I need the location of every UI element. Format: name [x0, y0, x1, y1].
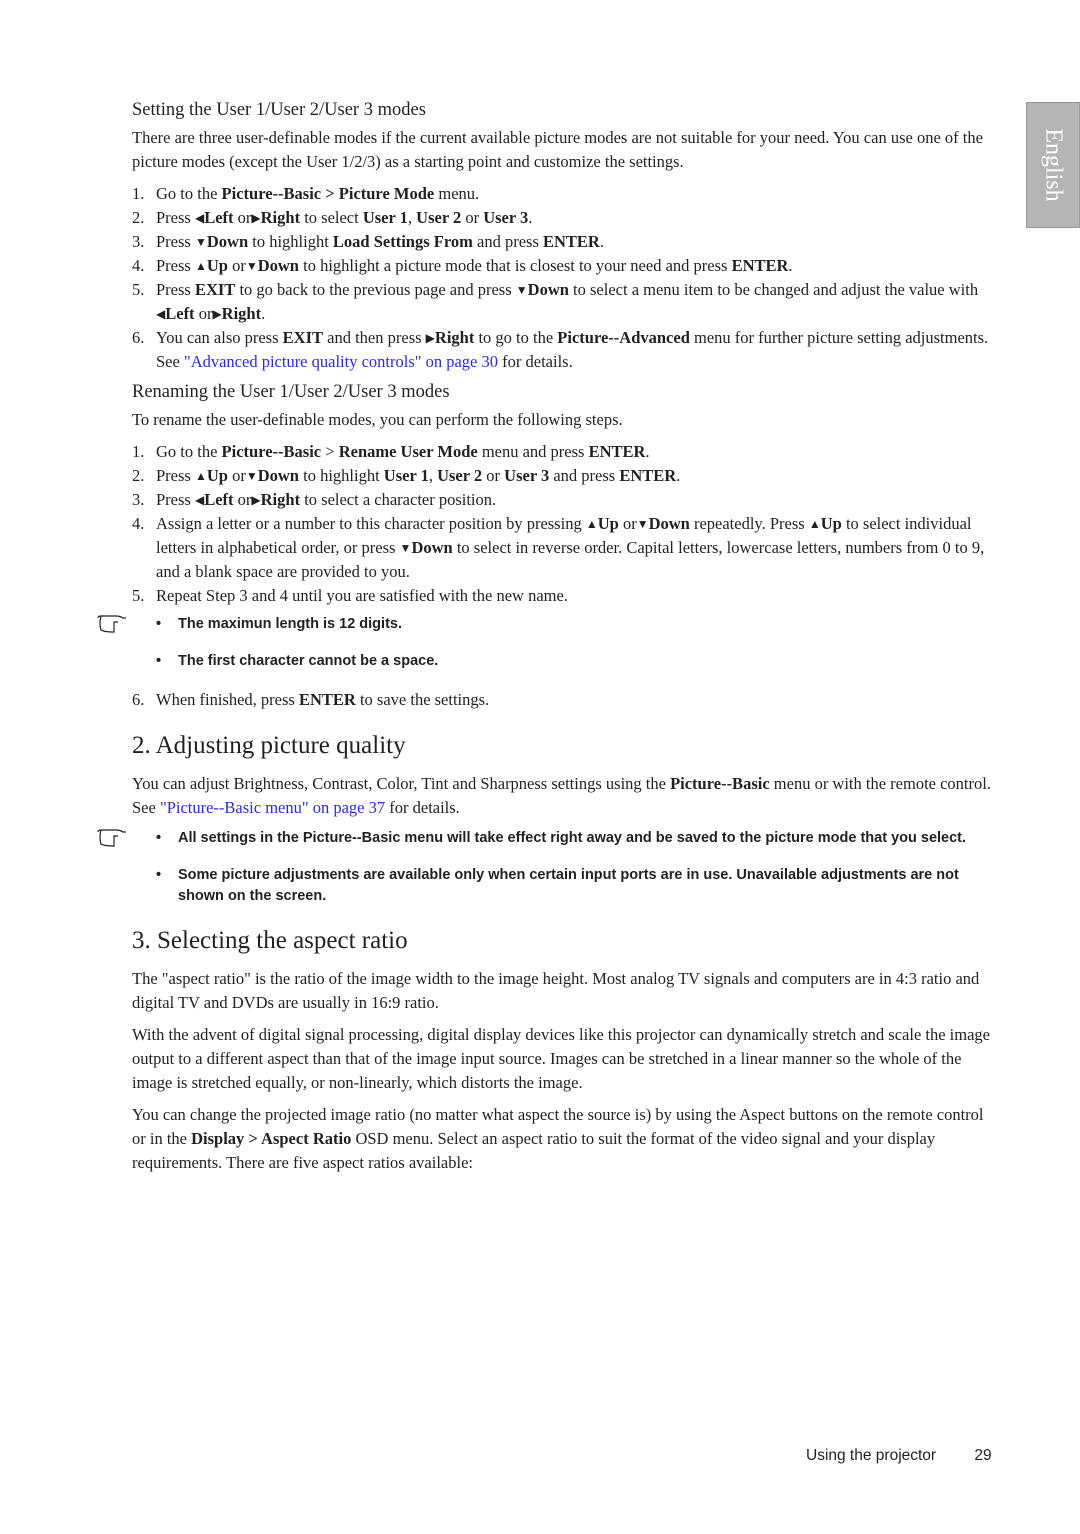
aspect-paragraph-1: The "aspect ratio" is the ratio of the i…: [132, 969, 980, 1012]
step-item: 4. Assign a letter or a number to this ch…: [132, 514, 985, 581]
step-item: 4. Press ▲Up or▼Down to highlight a pictu…: [132, 254, 992, 278]
cross-reference-link[interactable]: "Picture--Basic menu" on page 37: [160, 798, 385, 817]
step-number: 1.: [132, 442, 145, 461]
step-item: 6. When finished, press ENTER to save the…: [132, 688, 992, 712]
note-item: The first character cannot be a space.: [156, 651, 992, 672]
step-number: 6.: [132, 690, 145, 709]
rename-note: The maximun length is 12 digits. The firs…: [96, 614, 992, 672]
user-modes-intro: There are three user-definable modes if …: [132, 128, 983, 171]
rename-final-step: 6. When finished, press ENTER to save the…: [132, 688, 992, 712]
heading-user-modes: Setting the User 1/User 2/User 3 modes: [132, 100, 426, 120]
step-number: 6.: [132, 328, 145, 347]
page-footer: Using the projector 29: [806, 1447, 992, 1465]
step-item: 2. Press ◀Left or▶Right to select User 1,…: [132, 206, 992, 230]
step-item: 1. Go to the Picture--Basic > Rename User…: [132, 440, 992, 464]
language-tab-label: English: [1040, 128, 1067, 202]
note-item: Some picture adjustments are available o…: [156, 865, 992, 907]
heading-adjust-quality: 2. Adjusting picture quality: [132, 732, 406, 759]
step-number: 2.: [132, 208, 145, 227]
manual-page: English Setting the User 1/User 2/User 3…: [0, 0, 1080, 1534]
cross-reference-link[interactable]: "Advanced picture quality controls" on p…: [184, 352, 498, 371]
adjust-quality-body: You can adjust Brightness, Contrast, Col…: [132, 774, 991, 817]
step-item: 1. Go to the Picture--Basic > Picture Mod…: [132, 182, 992, 206]
note-item: The maximun length is 12 digits.: [156, 614, 992, 635]
step-item: 5. Press EXIT to go back to the previous …: [132, 280, 979, 323]
step-item: 6. You can also press EXIT and then press…: [132, 328, 989, 371]
heading-aspect-ratio: 3. Selecting the aspect ratio: [132, 927, 408, 954]
step-item: 2. Press ▲Up or▼Down to highlight User 1,…: [132, 464, 992, 488]
step-number: 5.: [132, 586, 145, 605]
step-item: 3. Press ◀Left or▶Right to select a chara…: [132, 488, 992, 512]
step-number: 4.: [132, 514, 145, 533]
quality-note-list: All settings in the Picture--Basic menu …: [120, 828, 992, 907]
step-number: 3.: [132, 232, 145, 251]
aspect-paragraph-3: You can change the projected image ratio…: [132, 1105, 984, 1172]
rename-note-list: The maximun length is 12 digits. The firs…: [120, 614, 992, 672]
pointing-hand-icon: [97, 615, 126, 633]
language-tab: English: [1026, 102, 1080, 228]
page-number: 29: [974, 1447, 992, 1464]
aspect-paragraph-2: With the advent of digital signal proces…: [132, 1025, 990, 1092]
step-number: 4.: [132, 256, 145, 275]
pointing-hand-icon: [97, 829, 126, 847]
user-modes-steps: 1. Go to the Picture--Basic > Picture Mod…: [132, 182, 992, 374]
step-number: 1.: [132, 184, 145, 203]
rename-intro: To rename the user-definable modes, you …: [132, 410, 623, 429]
quality-note: All settings in the Picture--Basic menu …: [96, 828, 992, 907]
step-number: 2.: [132, 466, 145, 485]
step-item: 3. Press ▼Down to highlight Load Settings…: [132, 230, 992, 254]
footer-section-title: Using the projector: [806, 1447, 937, 1464]
page-content: Setting the User 1/User 2/User 3 modes T…: [97, 98, 992, 1183]
step-item: 5. Repeat Step 3 and 4 until you are sati…: [132, 584, 992, 608]
step-number: 5.: [132, 280, 145, 299]
heading-rename: Renaming the User 1/User 2/User 3 modes: [132, 382, 450, 402]
rename-steps: 1. Go to the Picture--Basic > Rename User…: [132, 440, 992, 608]
note-item: All settings in the Picture--Basic menu …: [156, 828, 992, 849]
step-number: 3.: [132, 490, 145, 509]
